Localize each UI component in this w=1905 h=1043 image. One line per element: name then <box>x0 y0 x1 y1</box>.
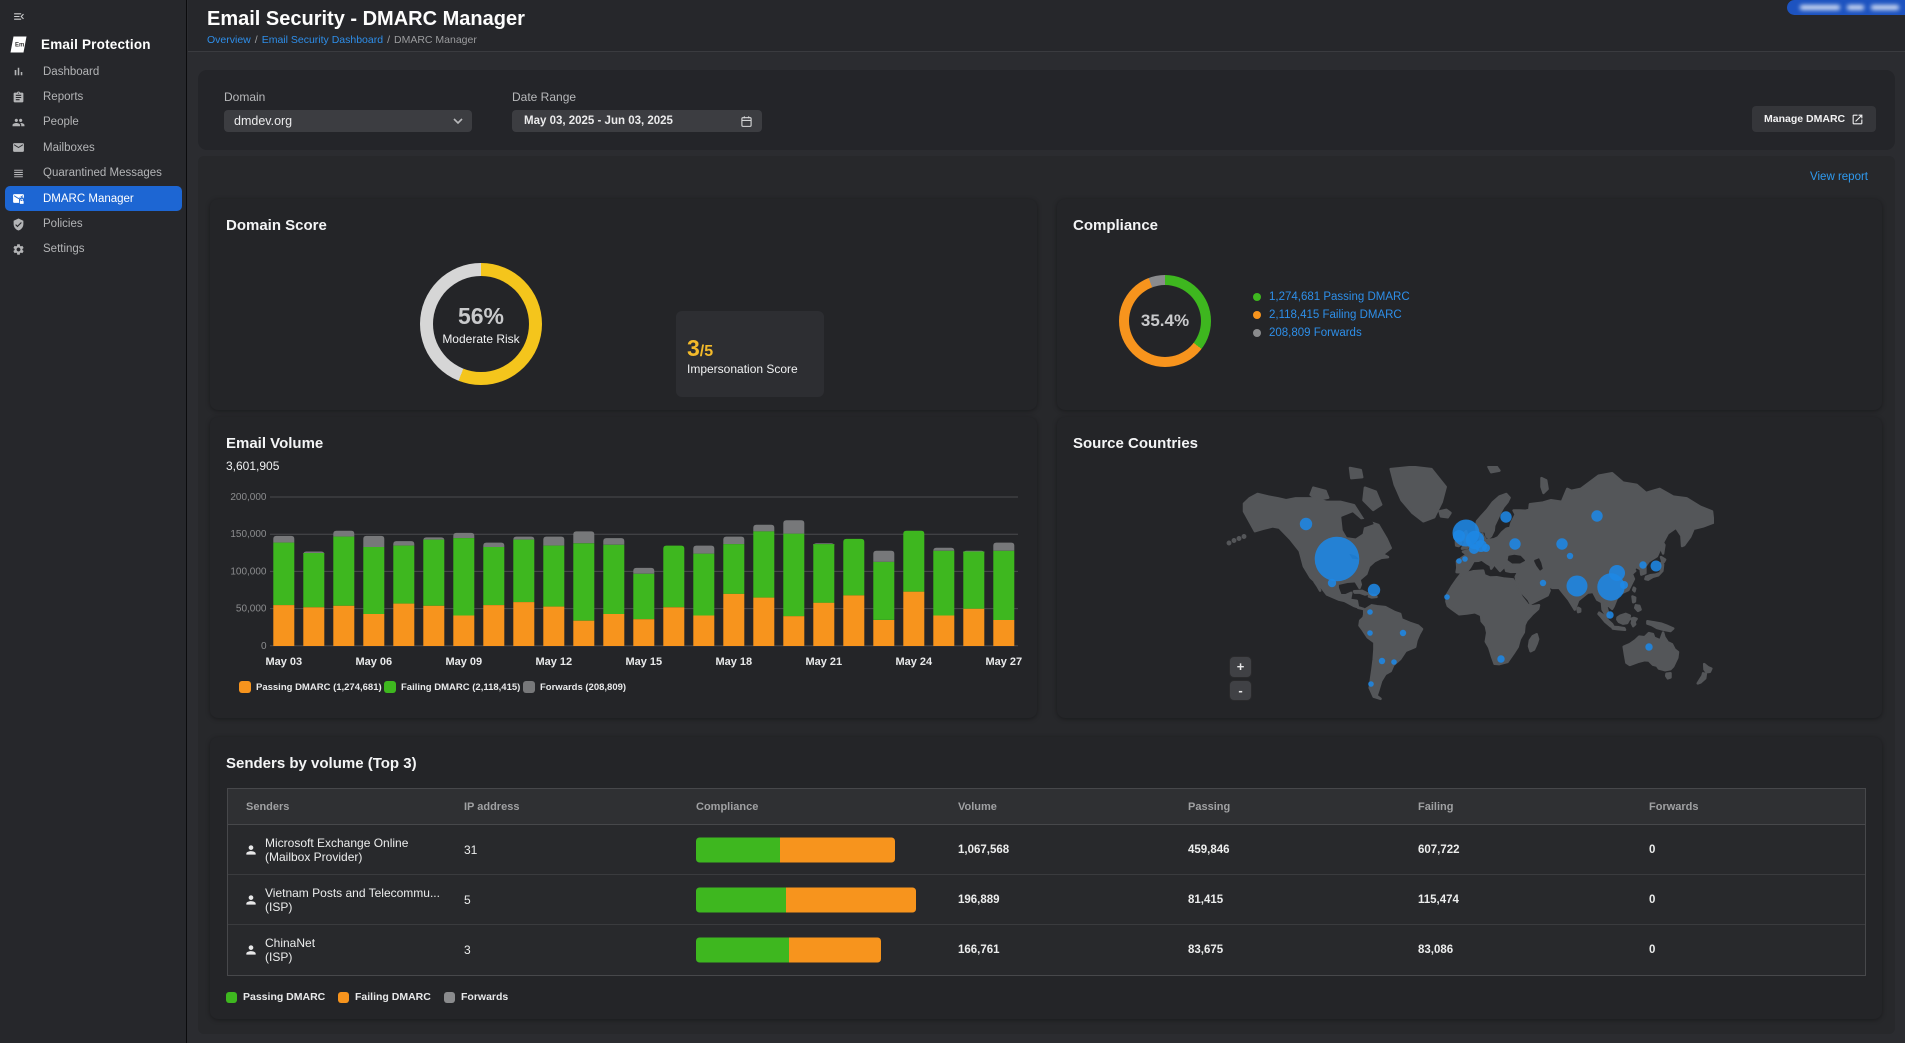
svg-text:50,000: 50,000 <box>236 604 267 615</box>
svg-text:May 18: May 18 <box>715 656 752 668</box>
svg-text:200,000: 200,000 <box>230 492 267 503</box>
svg-text:May 06: May 06 <box>355 656 392 668</box>
svg-text:May 21: May 21 <box>805 656 842 668</box>
svg-text:150,000: 150,000 <box>230 529 267 540</box>
svg-text:May 27: May 27 <box>985 656 1022 668</box>
svg-text:May 09: May 09 <box>445 656 482 668</box>
svg-text:May 24: May 24 <box>895 656 933 668</box>
svg-text:Em: Em <box>15 43 24 49</box>
svg-text:May 15: May 15 <box>625 656 662 668</box>
svg-text:100,000: 100,000 <box>230 566 267 577</box>
svg-text:0: 0 <box>261 641 267 652</box>
svg-text:May 03: May 03 <box>265 656 302 668</box>
svg-text:May 12: May 12 <box>535 656 572 668</box>
